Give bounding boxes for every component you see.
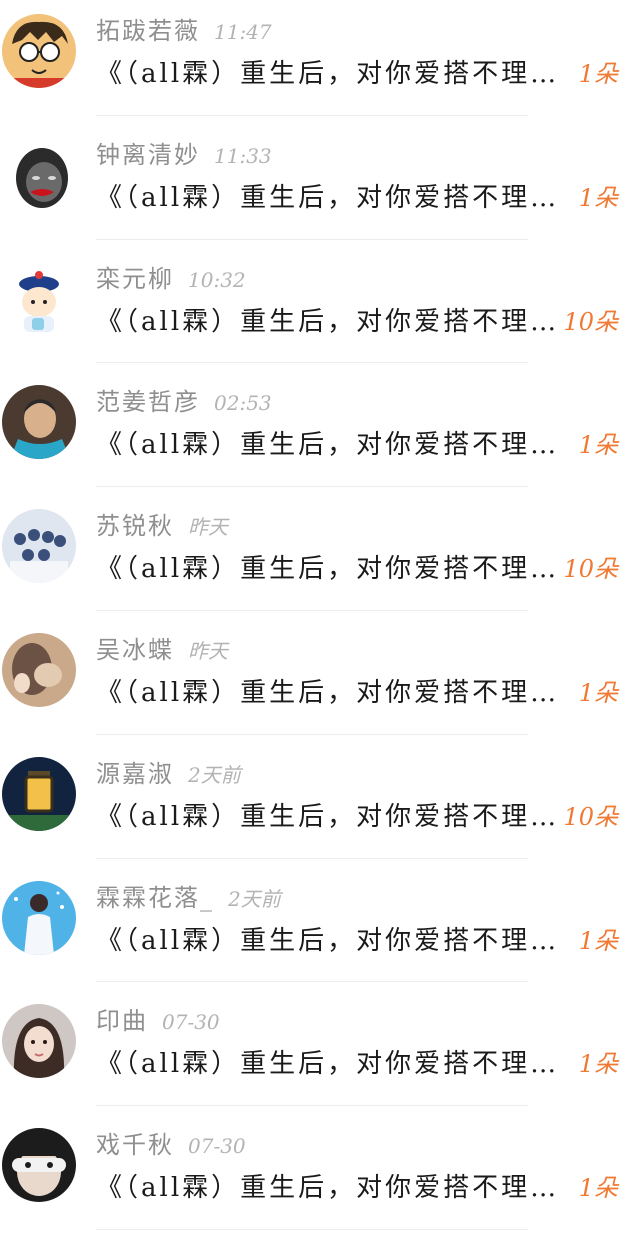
stage-performer-photo-avatar: [2, 880, 76, 955]
gift-message: 《（all霖）重生后，对你爱搭不理》: [96, 182, 558, 213]
timestamp: 昨天: [188, 638, 228, 663]
sender-name[interactable]: 栾元柳: [96, 265, 174, 293]
gift-count: 1朵: [578, 183, 618, 212]
timestamp: 昨天: [188, 515, 228, 540]
list-item[interactable]: 戏千秋 07-30 《（all霖）重生后，对你爱搭不理》 1朵: [0, 1114, 640, 1238]
gift-count: 1朵: [578, 60, 618, 88]
divider: [96, 609, 528, 611]
list-item[interactable]: 源嘉淑 2天前 《（all霖）重生后，对你爱搭不理》 10朵: [0, 743, 640, 867]
avatar[interactable]: [2, 137, 76, 212]
list-item[interactable]: 苏锐秋 昨天 《（all霖）重生后，对你爱搭不理》 10朵: [0, 495, 640, 619]
gift-count: 10朵: [563, 307, 618, 336]
bw-face-red-lips-avatar: [2, 137, 76, 212]
boy-eye-mask-photo-avatar: [2, 1128, 76, 1203]
timestamp: 11:33: [214, 143, 272, 168]
name-line: 霖霖花落_ 2天前: [96, 881, 281, 915]
name-line: 范姜哲彦 02:53: [96, 385, 272, 419]
gift-message: 《（all霖）重生后，对你爱搭不理》: [96, 306, 558, 337]
divider: [96, 1228, 528, 1230]
gift-count: 1朵: [578, 1174, 618, 1203]
elderly-woman-photo-avatar: [2, 385, 76, 460]
gift-message: 《（all霖）重生后，对你爱搭不理》: [96, 925, 558, 956]
divider: [96, 238, 528, 240]
girl-with-cat-photo-avatar: [2, 632, 76, 707]
avatar[interactable]: [2, 756, 76, 831]
sender-name[interactable]: 拓跋若薇: [96, 17, 200, 45]
divider: [96, 1105, 528, 1107]
sender-name[interactable]: 钟离清妙: [96, 141, 200, 169]
group-photo-avatar: [2, 509, 76, 584]
timestamp: 07-30: [188, 1134, 246, 1159]
gift-count: 1朵: [578, 678, 618, 707]
cartoon-qing-official-avatar: [2, 261, 76, 336]
divider: [96, 981, 528, 983]
avatar[interactable]: [2, 385, 76, 460]
timestamp: 11:47: [214, 20, 272, 44]
gift-count: 1朵: [578, 1050, 618, 1079]
girl-portrait-photo-avatar: [2, 1004, 76, 1079]
avatar[interactable]: [2, 261, 76, 336]
gift-count: 10朵: [563, 555, 618, 584]
name-line: 栾元柳 10:32: [96, 262, 246, 296]
avatar[interactable]: [2, 1004, 76, 1079]
avatar[interactable]: [2, 1128, 76, 1203]
sender-name[interactable]: 范姜哲彦: [96, 388, 200, 416]
list-item[interactable]: 吴冰蝶 昨天 《（all霖）重生后，对你爱搭不理》 1朵: [0, 619, 640, 743]
gift-message: 《（all霖）重生后，对你爱搭不理》: [96, 801, 558, 832]
avatar[interactable]: [2, 14, 76, 88]
name-line: 源嘉淑 2天前: [96, 757, 241, 791]
name-line: 戏千秋 07-30: [96, 1128, 246, 1162]
avatar[interactable]: [2, 509, 76, 584]
sender-name[interactable]: 霖霖花落_: [96, 884, 214, 912]
divider: [96, 857, 528, 859]
list-item[interactable]: 拓跋若薇 11:47 《（all霖）重生后，对你爱搭不理》 1朵: [0, 0, 640, 124]
avatar[interactable]: [2, 632, 76, 707]
divider: [96, 362, 528, 364]
timestamp: 02:53: [214, 391, 272, 416]
gift-count: 1朵: [578, 926, 618, 955]
sender-name[interactable]: 源嘉淑: [96, 760, 174, 788]
gift-message: 《（all霖）重生后，对你爱搭不理》: [96, 1049, 558, 1080]
gift-message: 《（all霖）重生后，对你爱搭不理》: [96, 554, 558, 585]
gift-count: 10朵: [563, 802, 618, 831]
sender-name[interactable]: 苏锐秋: [96, 512, 174, 540]
list-item[interactable]: 栾元柳 10:32 《（all霖）重生后，对你爱搭不理》 10朵: [0, 248, 640, 372]
gift-count: 1朵: [578, 431, 618, 460]
gift-record-list: 拓跋若薇 11:47 《（all霖）重生后，对你爱搭不理》 1朵 钟离清妙 11:3…: [0, 0, 640, 1251]
gift-message: 《（all霖）重生后，对你爱搭不理》: [96, 1173, 558, 1204]
name-line: 拓跋若薇 11:47: [96, 14, 272, 48]
gift-message: 《（all霖）重生后，对你爱搭不理》: [96, 677, 558, 708]
name-line: 钟离清妙 11:33: [96, 138, 272, 172]
sender-name[interactable]: 戏千秋: [96, 1131, 174, 1159]
sender-name[interactable]: 吴冰蝶: [96, 636, 174, 664]
timestamp: 2天前: [228, 886, 281, 911]
list-item[interactable]: 印曲 07-30 《（all霖）重生后，对你爱搭不理》 1朵: [0, 990, 640, 1114]
name-line: 苏锐秋 昨天: [96, 509, 228, 543]
name-line: 吴冰蝶 昨天: [96, 633, 228, 667]
avatar[interactable]: [2, 880, 76, 955]
list-item[interactable]: 霖霖花落_ 2天前 《（all霖）重生后，对你爱搭不理》 1朵: [0, 867, 640, 991]
name-line: 印曲 07-30: [96, 1004, 220, 1038]
cartoon-glasses-boy-avatar: [2, 14, 76, 88]
divider: [96, 733, 528, 735]
gift-message: 《（all霖）重生后，对你爱搭不理》: [96, 59, 558, 89]
timestamp: 10:32: [188, 267, 246, 292]
timestamp: 07-30: [162, 1010, 220, 1035]
timestamp: 2天前: [188, 762, 241, 787]
list-item[interactable]: 范姜哲彦 02:53 《（all霖）重生后，对你爱搭不理》 1朵: [0, 371, 640, 495]
gift-message: 《（all霖）重生后，对你爱搭不理》: [96, 430, 558, 461]
list-item[interactable]: 钟离清妙 11:33 《（all霖）重生后，对你爱搭不理》 1朵: [0, 124, 640, 248]
lantern-night-photo-avatar: [2, 756, 76, 831]
divider: [96, 486, 528, 488]
divider: [96, 114, 528, 116]
sender-name[interactable]: 印曲: [96, 1007, 148, 1035]
